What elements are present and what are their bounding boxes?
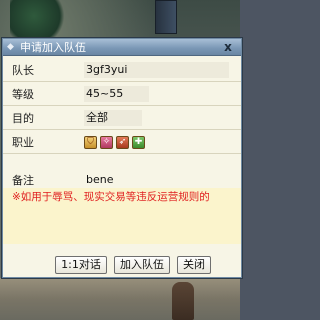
divider xyxy=(3,129,241,130)
leader-row: 队长 3gf3yui xyxy=(12,61,229,79)
warrior-class-icon: ⛉ xyxy=(84,135,97,149)
archer-class-icon: ➶ xyxy=(116,135,129,149)
background-tree xyxy=(10,0,70,40)
close-button[interactable]: 关闭 xyxy=(177,256,211,274)
background-floor xyxy=(0,278,240,320)
divider xyxy=(3,81,241,82)
background-banner xyxy=(155,0,177,34)
purpose-value: 全部 xyxy=(84,110,142,126)
purpose-label: 目的 xyxy=(12,112,34,125)
mage-class-icon: ✧ xyxy=(100,135,113,149)
party-join-dialog: ◆ 申请加入队伍 x 队长 3gf3yui 等级 45~55 目的 全部 职业 … xyxy=(2,38,242,278)
class-icon-group: ⛉ ✧ ➶ ✚ xyxy=(84,135,145,149)
divider xyxy=(3,105,241,106)
one-on-one-chat-button[interactable]: 1:1对话 xyxy=(55,256,107,274)
purpose-row: 目的 全部 xyxy=(12,109,142,127)
dialog-button-bar: 1:1对话 加入队伍 关闭 xyxy=(3,256,241,278)
dialog-title: 申请加入队伍 xyxy=(20,41,86,54)
divider xyxy=(3,153,241,154)
party-info-form: 队长 3gf3yui 等级 45~55 目的 全部 职业 ⛉ ✧ ➶ ✚ 备注 xyxy=(3,56,241,258)
note-value: bene xyxy=(86,173,114,186)
join-party-button[interactable]: 加入队伍 xyxy=(114,256,170,274)
note-label: 备注 xyxy=(12,174,34,187)
note-row: 备注 bene xyxy=(12,171,229,189)
level-row: 等级 45~55 xyxy=(12,85,149,103)
window-icon: ◆ xyxy=(7,41,14,52)
class-label: 职业 xyxy=(12,136,34,149)
leader-label: 队长 xyxy=(12,64,34,77)
warning-text: ※如用于辱骂、现实交易等违反运营规则的 xyxy=(12,191,210,203)
background-character xyxy=(172,282,194,320)
leader-value: 3gf3yui xyxy=(84,62,229,78)
level-value: 45~55 xyxy=(84,86,149,102)
healer-class-icon: ✚ xyxy=(132,135,145,149)
dialog-titlebar[interactable]: ◆ 申请加入队伍 x xyxy=(3,39,241,56)
level-label: 等级 xyxy=(12,88,34,101)
class-row: 职业 ⛉ ✧ ➶ ✚ xyxy=(12,133,145,151)
close-icon[interactable]: x xyxy=(221,40,235,54)
